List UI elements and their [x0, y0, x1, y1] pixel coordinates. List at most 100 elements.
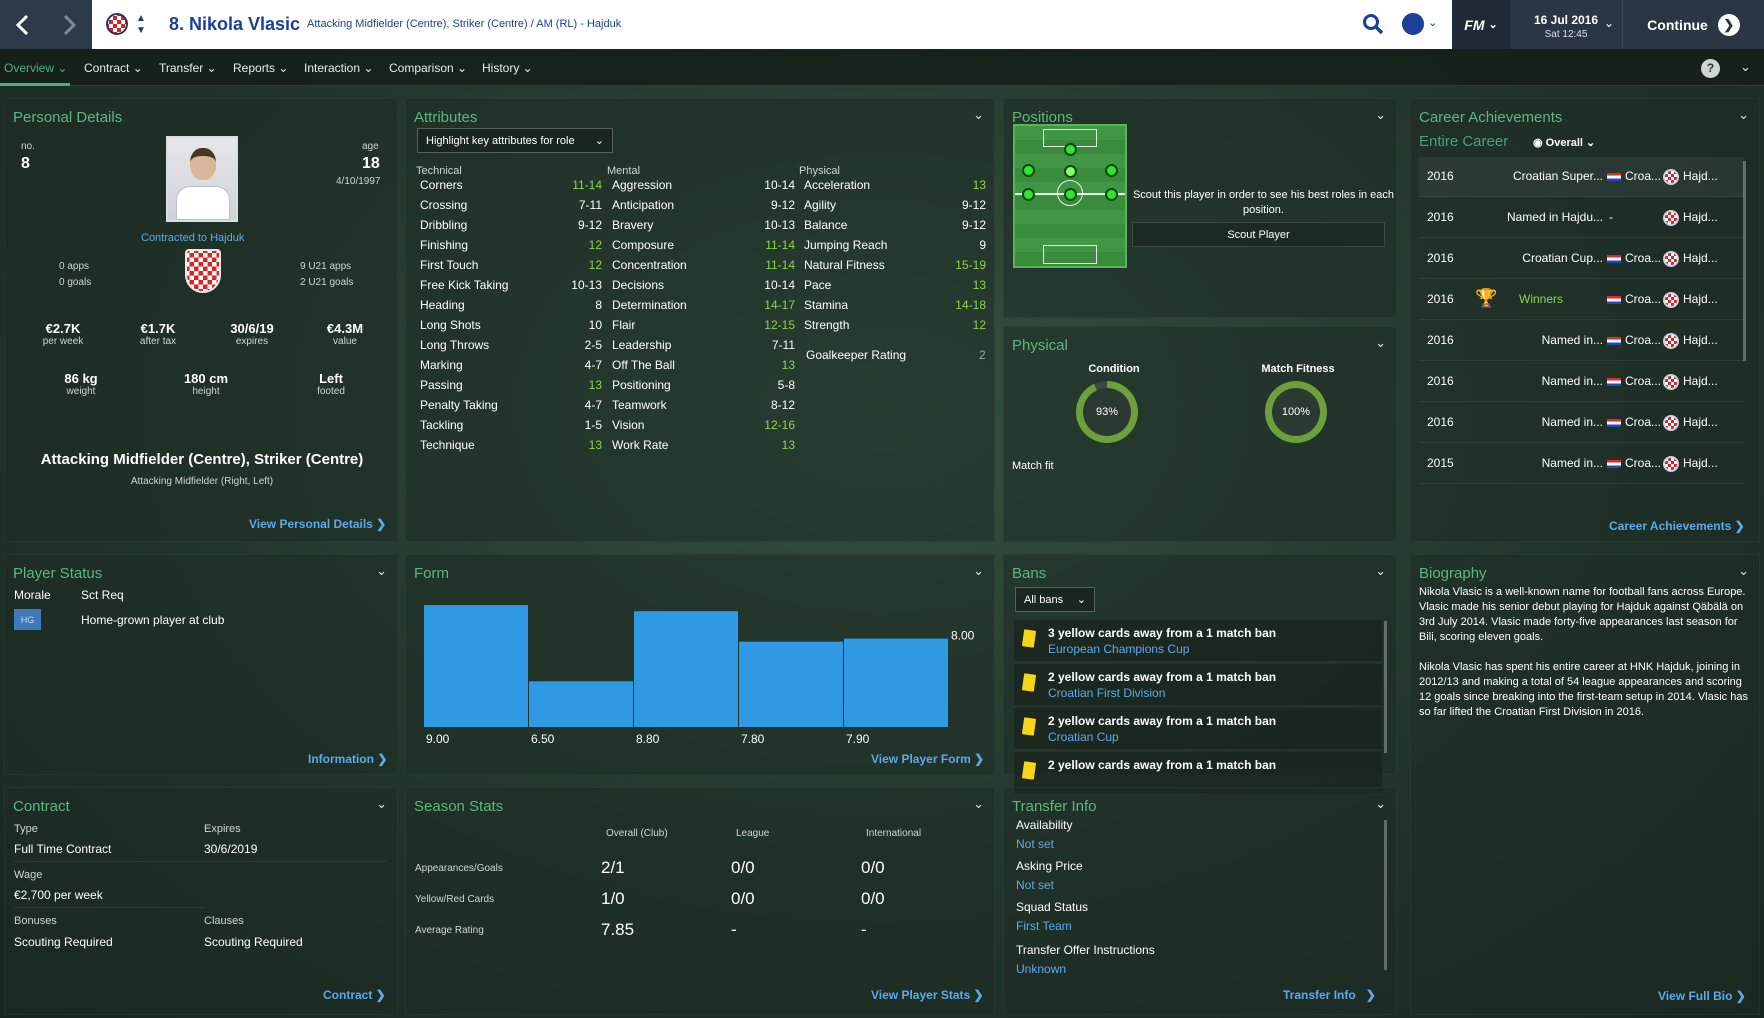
transfer-value[interactable]: Not set — [1016, 878, 1054, 892]
tab-reports[interactable]: Reports ⌄ — [233, 61, 288, 75]
personal-details-panel: Personal Details no. 8 age 18 4/10/1997 … — [4, 98, 398, 542]
date-display[interactable]: 16 Jul 2016 Sat 12:45 ⌄ — [1510, 0, 1622, 49]
form-bar[interactable] — [739, 641, 843, 727]
chevron-down-icon[interactable]: ⌄ — [376, 796, 387, 812]
view-player-form-link[interactable]: View Player Form ❯ — [871, 752, 984, 766]
achievement-club: Hajd... — [1683, 210, 1718, 224]
form-bar[interactable] — [529, 681, 633, 727]
chevron-down-icon[interactable]: ▼ — [136, 26, 146, 36]
scout-player-button[interactable]: Scout Player — [1132, 222, 1385, 247]
tab-history[interactable]: History ⌄ — [482, 61, 533, 75]
transfer-info-link[interactable]: Transfer Info ❯ — [1283, 988, 1376, 1002]
information-link[interactable]: Information ❯ — [308, 752, 387, 766]
career-achievements-link[interactable]: Career Achievements ❯ — [1609, 519, 1745, 533]
contract-type: Full Time Contract — [14, 842, 112, 856]
ban-row[interactable]: 2 yellow cards away from a 1 match ban Cr… — [1014, 664, 1382, 706]
chevron-down-icon[interactable]: ⌄ — [376, 563, 387, 579]
continue-button[interactable]: Continue ❯ — [1622, 0, 1764, 49]
view-personal-details-link[interactable]: View Personal Details ❯ — [249, 517, 386, 531]
stat-cell: 0/0 — [861, 858, 885, 877]
contract-bonuses: Scouting Required — [14, 935, 113, 949]
chevron-down-icon[interactable]: ⌄ — [1428, 16, 1437, 29]
achievement-year: 2016 — [1427, 292, 1454, 306]
forward-button[interactable] — [46, 0, 92, 49]
attribute-value: 9-12 — [577, 218, 602, 232]
attribute-name: Long Throws — [420, 338, 490, 352]
career-row[interactable]: 2016 Croatian Cup... Croa... Hajd... — [1419, 239, 1744, 279]
panel-title: Physical — [1012, 337, 1068, 354]
search-icon[interactable] — [1362, 13, 1384, 35]
achievement-club: Hajd... — [1683, 333, 1718, 347]
career-filter-dropdown[interactable]: ◉ Overall ⌄ — [1533, 136, 1595, 149]
chevron-down-icon[interactable]: ⌄ — [1738, 107, 1749, 123]
transfer-label: Squad Status — [1016, 900, 1089, 914]
ban-competition-link[interactable]: European Champions Cup — [1048, 642, 1189, 656]
chevron-down-icon[interactable]: ⌄ — [1738, 563, 1749, 579]
form-bar-label: 7.90 — [846, 732, 870, 746]
tab-interaction[interactable]: Interaction ⌄ — [304, 61, 373, 75]
position-marker — [1022, 188, 1035, 201]
attribute-value: 13 — [972, 278, 986, 292]
chevron-down-icon[interactable]: ⌄ — [1375, 107, 1386, 123]
contract-link[interactable]: Contract ❯ — [323, 988, 386, 1002]
scrollbar[interactable] — [1384, 820, 1387, 970]
physical-panel: Physical ⌄ Condition 93% Match Fitness 1… — [1003, 326, 1397, 542]
ban-competition-link[interactable]: Croatian First Division — [1048, 686, 1165, 700]
career-row[interactable]: 2016 Named in... Croa... Hajd... — [1419, 321, 1744, 361]
attribute-value: 10 — [588, 318, 602, 332]
yellow-card-icon — [1021, 673, 1037, 692]
scrollbar[interactable] — [1384, 621, 1387, 753]
transfer-value[interactable]: Unknown — [1016, 962, 1066, 976]
tab-comparison[interactable]: Comparison ⌄ — [389, 61, 467, 75]
career-row[interactable]: 2016 Named in Hajdu... - Hajd... — [1419, 198, 1744, 238]
form-bar[interactable] — [634, 611, 738, 727]
chevron-down-icon[interactable]: ⌄ — [1375, 563, 1386, 579]
chevron-down-icon[interactable]: ⌄ — [1740, 59, 1751, 75]
form-bar[interactable] — [844, 638, 948, 727]
player-switcher[interactable]: ▲ ▼ — [135, 14, 147, 36]
chevron-down-icon[interactable]: ⌄ — [1375, 796, 1386, 812]
career-row[interactable]: 2016 Named in... Croa... Hajd... — [1419, 362, 1744, 402]
achievement-club: Hajd... — [1683, 456, 1718, 470]
ban-competition-link[interactable]: Croatian Cup — [1048, 730, 1119, 744]
ban-row[interactable]: 2 yellow cards away from a 1 match ban Cr… — [1014, 708, 1382, 750]
career-row[interactable]: 2016 Croatian Super... Croa... Hajd... — [1419, 157, 1744, 197]
ban-row[interactable]: 3 yellow cards away from a 1 match ban Eu… — [1014, 620, 1382, 662]
contracted-club-link[interactable]: Contracted to Hajduk — [141, 232, 244, 244]
club-crest-icon — [1663, 251, 1679, 267]
chevron-up-icon[interactable]: ▲ — [136, 14, 146, 24]
position-marker — [1022, 164, 1035, 177]
career-row[interactable]: 2016 Named in... Croa... Hajd... — [1419, 403, 1744, 443]
view-full-bio-link[interactable]: View Full Bio ❯ — [1658, 989, 1746, 1003]
attribute-value: 12 — [588, 258, 602, 272]
fm-menu-button[interactable]: FM ⌄ — [1452, 0, 1510, 49]
u21-goals: 2 U21 goals — [300, 277, 354, 288]
club-crest-icon[interactable] — [106, 13, 128, 35]
tab-contract[interactable]: Contract ⌄ — [84, 61, 143, 75]
career-row[interactable]: 2016 🏆 Winners Croa... Hajd... — [1419, 280, 1744, 320]
tab-label: Interaction — [304, 61, 361, 75]
chevron-down-icon[interactable]: ⌄ — [973, 796, 984, 812]
transfer-value[interactable]: First Team — [1016, 919, 1072, 933]
attribute-value: 9-12 — [961, 218, 986, 232]
transfer-value[interactable]: Not set — [1016, 837, 1054, 851]
bonuses-label: Bonuses — [14, 915, 57, 927]
scrollbar[interactable] — [1743, 161, 1746, 361]
form-panel: Form ⌄ 9.00 6.50 8.80 7.80 7.90 8.00 View Pla… — [405, 554, 995, 775]
chevron-down-icon[interactable]: ⌄ — [973, 107, 984, 123]
achievement-text: Named in... — [1541, 456, 1603, 470]
back-button[interactable] — [0, 0, 46, 49]
form-bar[interactable] — [424, 605, 528, 727]
bans-filter-dropdown[interactable]: All bans ⌄ — [1015, 587, 1095, 612]
attribute-name: Leadership — [612, 338, 672, 352]
help-icon[interactable]: ? — [1701, 59, 1720, 78]
player-positions[interactable]: Attacking Midfielder (Centre), Striker (… — [307, 18, 621, 30]
tab-transfer[interactable]: Transfer ⌄ — [159, 61, 217, 75]
role-highlight-dropdown[interactable]: Highlight key attributes for role ⌄ — [417, 128, 613, 153]
chevron-down-icon[interactable]: ⌄ — [1375, 335, 1386, 351]
view-player-stats-link[interactable]: View Player Stats ❯ — [871, 988, 984, 1002]
career-row[interactable]: 2015 Named in... Croa... Hajd... — [1419, 444, 1744, 484]
globe-icon[interactable] — [1402, 13, 1424, 35]
tab-overview[interactable]: Overview ⌄ — [4, 61, 67, 75]
number-label: no. — [21, 141, 35, 152]
